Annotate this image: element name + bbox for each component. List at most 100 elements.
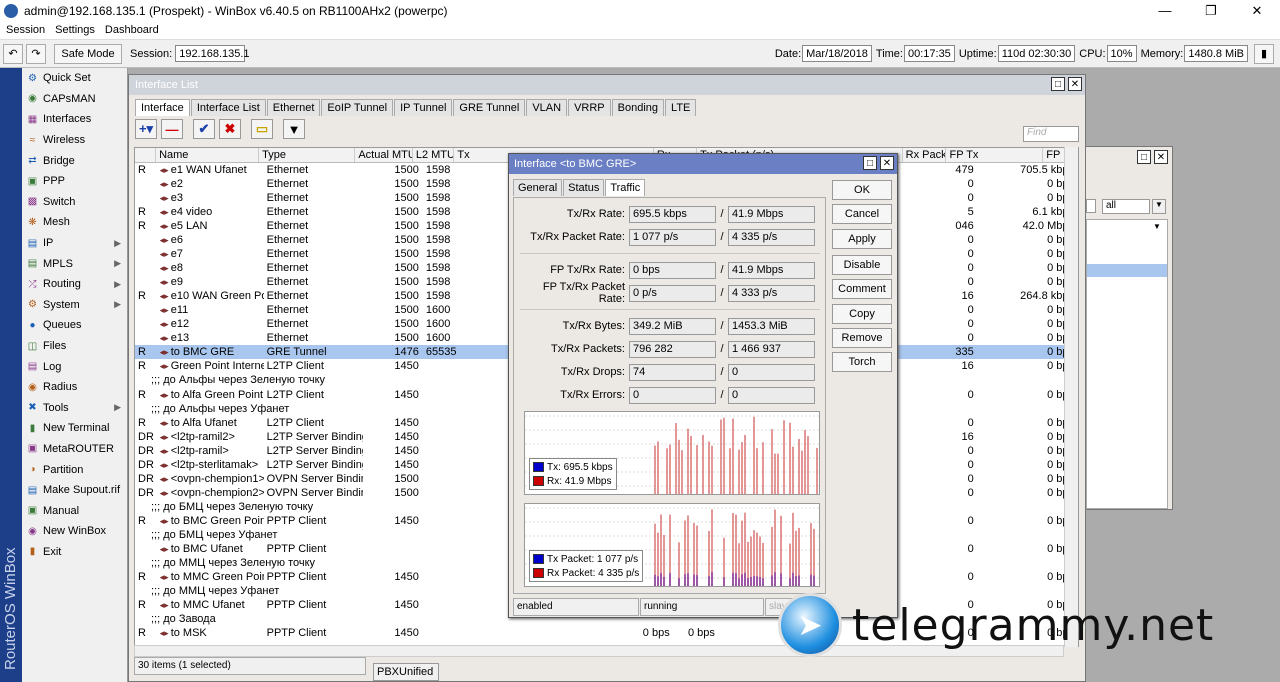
tab-eoip-tunnel[interactable]: EoIP Tunnel — [321, 99, 394, 116]
chevron-down-icon[interactable]: ▼ — [1152, 199, 1166, 214]
sidebar-item-wireless[interactable]: ≈ Wireless — [22, 130, 127, 151]
close-window-button[interactable]: ✕ — [1234, 0, 1280, 21]
sidebar-item-routing[interactable]: ⤮ Routing ▶ — [22, 274, 127, 295]
filter-icon[interactable]: ▼ — [283, 119, 305, 139]
dialog-restore-button[interactable]: □ — [863, 156, 877, 170]
menu-settings[interactable]: Settings — [55, 24, 95, 36]
disable-button[interactable]: Disable — [832, 254, 892, 275]
row-actual-mtu: 1500 — [394, 234, 419, 247]
col-rx-packet[interactable]: Rx Packet (p/s) — [903, 148, 947, 162]
disable-icon[interactable]: ✖ — [219, 119, 241, 139]
lock-icon[interactable]: ▮ — [1254, 43, 1274, 64]
col-l2-mtu[interactable]: L2 MTU — [413, 148, 455, 162]
tab-general[interactable]: General — [513, 179, 563, 196]
col-name[interactable]: Name — [156, 148, 260, 162]
tab-ethernet[interactable]: Ethernet — [266, 99, 321, 116]
sidebar-item-mpls[interactable]: ▤ MPLS ▶ — [22, 253, 127, 274]
sidebar-item-make-supout-rif[interactable]: ▤ Make Supout.rif — [22, 480, 127, 501]
tab-bonding[interactable]: Bonding — [611, 99, 665, 116]
interface-list-title-bar: Interface List □ ✕ — [129, 75, 1085, 95]
row-name: ◂▸ <l2tp-sterlitamak> — [157, 458, 264, 472]
sidebar: ⚙ Quick Set ◉ CAPsMAN ▦ Interfaces ≈ Wireless ⇄ B… — [22, 68, 128, 682]
sidebar-item-quick-set[interactable]: ⚙ Quick Set — [22, 68, 127, 89]
sidebar-item-manual[interactable]: ▣ Manual — [22, 500, 127, 521]
sidebar-item-bridge[interactable]: ⇄ Bridge — [22, 150, 127, 171]
remove-button[interactable]: Remove — [832, 327, 892, 348]
row-name-text: to MMC Ufanet — [170, 598, 245, 611]
taskbar-item[interactable]: PBXUnified — [373, 663, 439, 681]
sidebar-item-interfaces[interactable]: ▦ Interfaces — [22, 109, 127, 130]
row-fp-tx: 0 bps — [1047, 332, 1074, 345]
menu-dashboard[interactable]: Dashboard — [105, 24, 159, 36]
sidebar-item-queues[interactable]: ● Queues — [22, 315, 127, 336]
tab-interface-list[interactable]: Interface List — [190, 99, 266, 116]
row-name: ◂▸ to Alfa Green Point — [157, 388, 264, 402]
interface-toolbar: +▾ — ✔ ✖ ▭ ▼ — [129, 116, 1085, 142]
col-fp-tx[interactable]: FP Tx — [946, 148, 1044, 162]
comment-button[interactable]: Comment — [832, 279, 892, 300]
tab-lte[interactable]: LTE — [665, 99, 697, 116]
sidebar-item-new-terminal[interactable]: ▮ New Terminal — [22, 418, 127, 439]
row-rx-packet: 0 — [967, 318, 974, 331]
col-type[interactable]: Type — [259, 148, 356, 162]
chevron-down-icon[interactable]: ▼ — [1153, 222, 1165, 234]
row-flag — [135, 247, 157, 261]
tab-traffic[interactable]: Traffic — [605, 179, 646, 196]
sidebar-item-radius[interactable]: ◉ Radius — [22, 377, 127, 398]
comment-icon[interactable]: ▭ — [251, 119, 273, 139]
cancel-button[interactable]: Cancel — [832, 204, 892, 225]
sidebar-item-system[interactable]: ⚙ System ▶ — [22, 295, 127, 316]
add-icon[interactable]: +▾ — [135, 119, 157, 139]
copy-button[interactable]: Copy — [832, 303, 892, 324]
row-name: ◂▸ to MMC Ufanet — [157, 598, 264, 612]
tab-ip-tunnel[interactable]: IP Tunnel — [394, 99, 453, 116]
sidebar-item-capsman[interactable]: ◉ CAPsMAN — [22, 89, 127, 110]
bg-close-button[interactable]: ✕ — [1154, 150, 1168, 164]
sidebar-item-mesh[interactable]: ❋ Mesh — [22, 212, 127, 233]
apply-button[interactable]: Apply — [832, 228, 892, 249]
tab-status[interactable]: Status — [563, 179, 605, 196]
session-field[interactable]: 192.168.135.1 — [175, 45, 250, 62]
dialog-close-button[interactable]: ✕ — [880, 156, 894, 170]
rx-drops-field: 0 — [728, 363, 815, 381]
sidebar-item-ppp[interactable]: ▣ PPP — [22, 171, 127, 192]
row-name-text: to MSK — [170, 627, 207, 640]
redo-button[interactable]: ↷ — [26, 43, 46, 64]
tab-vlan[interactable]: VLAN — [526, 99, 568, 116]
undo-button[interactable]: ↶ — [3, 43, 23, 64]
restore-button[interactable]: □ — [1051, 77, 1065, 91]
tab-interface[interactable]: Interface — [135, 99, 190, 116]
close-button[interactable]: ✕ — [1068, 77, 1082, 91]
find-input[interactable]: Find — [1023, 126, 1079, 142]
vertical-scrollbar[interactable] — [1064, 147, 1078, 647]
col-actual-mtu[interactable]: Actual MTU — [355, 148, 413, 162]
sidebar-item-label: Log — [43, 360, 62, 373]
sidebar-item-switch[interactable]: ▩ Switch — [22, 192, 127, 213]
tab-gre-tunnel[interactable]: GRE Tunnel — [453, 99, 526, 116]
bg-filter-select[interactable]: all — [1102, 199, 1150, 214]
torch-button[interactable]: Torch — [832, 352, 892, 373]
sidebar-item-new-winbox[interactable]: ◉ New WinBox — [22, 521, 127, 542]
sidebar-item-partition[interactable]: ◑ Partition — [22, 459, 127, 480]
remove-icon[interactable]: — — [161, 119, 183, 139]
sidebar-item-metarouter[interactable]: ▣ MetaROUTER — [22, 439, 127, 460]
minimize-button[interactable]: — — [1142, 0, 1188, 21]
ok-button[interactable]: OK — [832, 180, 892, 200]
col-flags[interactable] — [135, 148, 157, 162]
row-l2-mtu: 1598 — [425, 164, 451, 176]
sidebar-item-ip[interactable]: ▤ IP ▶ — [22, 233, 127, 254]
sidebar-item-log[interactable]: ▤ Log — [22, 356, 127, 377]
row-name: ◂▸ to BMC Ufanet — [157, 542, 264, 556]
sidebar-item-exit[interactable]: ▮ Exit — [22, 542, 127, 563]
enable-icon[interactable]: ✔ — [193, 119, 215, 139]
row-actual-mtu: 1450 — [394, 360, 419, 373]
maximize-button[interactable]: ❐ — [1188, 0, 1234, 21]
row-name-text: <ovpn-chempion1> — [170, 472, 264, 485]
bg-restore-button[interactable]: □ — [1137, 150, 1151, 164]
row-type: Ethernet — [266, 234, 309, 247]
menu-session[interactable]: Session — [6, 24, 45, 36]
safe-mode-button[interactable]: Safe Mode — [54, 43, 122, 64]
sidebar-item-tools[interactable]: ✖ Tools ▶ — [22, 398, 127, 419]
sidebar-item-files[interactable]: ◫ Files — [22, 336, 127, 357]
tab-vrrp[interactable]: VRRP — [568, 99, 611, 116]
